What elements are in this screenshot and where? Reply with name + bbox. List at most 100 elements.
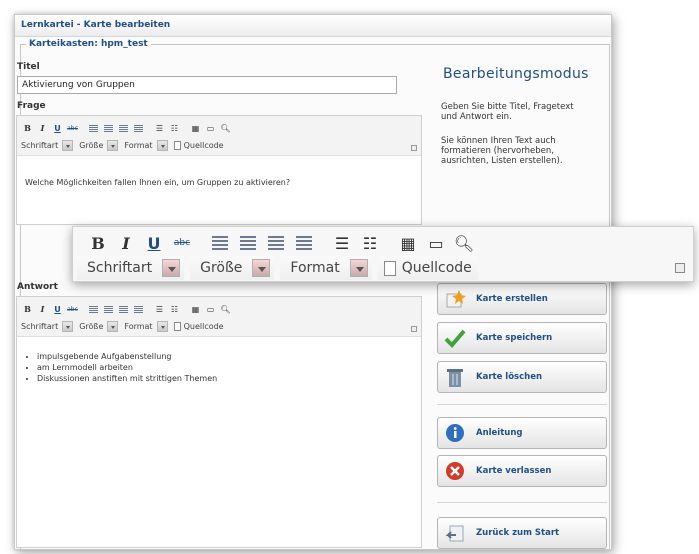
format-select[interactable]: Format <box>280 256 372 280</box>
align-justify-icon[interactable] <box>132 303 145 315</box>
italic-button[interactable]: I <box>36 303 49 315</box>
antwort-editor[interactable]: B I U abc ☰ ☷ ▦ ▭ 🔍︎ Schriftart Größe Fo… <box>16 296 422 548</box>
frage-content[interactable]: Welche Möglichkeiten fallen Ihnen ein, u… <box>25 177 290 188</box>
size-select[interactable]: Größe <box>190 256 275 280</box>
align-center-icon[interactable] <box>102 303 115 315</box>
font-select-label: Schriftart <box>87 260 153 276</box>
font-select[interactable]: Schriftart <box>21 321 74 332</box>
font-select[interactable]: Schriftart <box>21 140 74 151</box>
underline-button[interactable]: U <box>51 122 64 134</box>
strikethrough-button[interactable]: abc <box>171 233 193 253</box>
close-icon <box>444 460 466 482</box>
document-icon <box>173 322 181 331</box>
numbered-list-icon[interactable]: ☰ <box>331 233 353 253</box>
trash-icon <box>444 366 466 388</box>
format-select-label: Format <box>290 260 340 276</box>
list-item: am Lernmodell arbeiten <box>37 362 217 373</box>
delete-card-button[interactable]: Karte löschen <box>437 361 607 393</box>
underline-button[interactable]: U <box>143 233 165 253</box>
sidebar-divider <box>437 502 607 503</box>
chevron-down-icon <box>349 259 368 277</box>
font-select[interactable]: Schriftart <box>77 256 185 280</box>
checkmark-icon <box>444 327 466 349</box>
italic-button[interactable]: I <box>36 122 49 134</box>
chevron-down-icon <box>156 140 168 151</box>
align-center-icon[interactable] <box>102 122 115 134</box>
info-icon <box>444 422 466 444</box>
table-icon[interactable]: ▦ <box>189 122 202 134</box>
bold-button[interactable]: B <box>87 233 109 253</box>
bullet-list-icon[interactable]: ☷ <box>359 233 381 253</box>
chevron-down-icon <box>252 259 271 277</box>
save-card-button[interactable]: Karte speichern <box>437 322 607 354</box>
titel-input[interactable] <box>17 76 397 94</box>
numbered-list-icon[interactable]: ☰ <box>153 303 166 315</box>
karteikasten-legend: Karteikasten: hpm_test <box>26 39 151 49</box>
numbered-list-icon[interactable]: ☰ <box>153 122 166 134</box>
chevron-down-icon <box>107 140 119 151</box>
bold-button[interactable]: B <box>21 303 34 315</box>
horizontal-rule-icon[interactable]: ▭ <box>204 303 217 315</box>
create-card-button[interactable]: Karte erstellen <box>437 283 607 315</box>
frage-editor[interactable]: B I U abc ☰ ☷ ▦ ▭ 🔍︎ Schriftart Größe Fo… <box>16 115 422 225</box>
format-select-label: Format <box>124 322 153 331</box>
preview-icon[interactable]: 🔍︎ <box>453 233 475 253</box>
table-icon[interactable]: ▦ <box>189 303 202 315</box>
expand-toolbar-icon[interactable] <box>411 326 417 332</box>
horizontal-rule-icon[interactable]: ▭ <box>204 122 217 134</box>
source-label: Quellcode <box>401 260 472 276</box>
chevron-down-icon <box>162 259 181 277</box>
align-justify-icon[interactable] <box>293 233 315 253</box>
expand-toolbar-icon[interactable] <box>675 263 685 273</box>
align-left-icon[interactable] <box>87 122 100 134</box>
source-label: Quellcode <box>183 141 224 150</box>
source-button[interactable]: Quellcode <box>173 141 224 150</box>
format-select[interactable]: Format <box>124 140 168 151</box>
align-right-icon[interactable] <box>117 122 130 134</box>
align-justify-icon[interactable] <box>132 122 145 134</box>
antwort-content[interactable]: impulsgebende Aufgabenstellung am Lernmo… <box>23 351 217 384</box>
leave-card-button[interactable]: Karte verlassen <box>437 455 607 487</box>
font-select-label: Schriftart <box>21 322 59 331</box>
window-title: Lernkartei - Karte bearbeiten <box>15 15 611 37</box>
bullet-list-icon[interactable]: ☷ <box>168 303 181 315</box>
guide-label: Anleitung <box>476 428 523 438</box>
align-right-icon[interactable] <box>265 233 287 253</box>
format-select-label: Format <box>124 141 153 150</box>
align-left-icon[interactable] <box>209 233 231 253</box>
size-select[interactable]: Größe <box>79 140 119 151</box>
align-center-icon[interactable] <box>237 233 259 253</box>
expand-toolbar-icon[interactable] <box>411 145 417 151</box>
italic-button[interactable]: I <box>115 233 137 253</box>
titel-label: Titel <box>17 62 40 72</box>
format-select[interactable]: Format <box>124 321 168 332</box>
size-select-label: Größe <box>79 141 104 150</box>
list-item: impulsgebende Aufgabenstellung <box>37 351 217 362</box>
align-right-icon[interactable] <box>117 303 130 315</box>
chevron-down-icon <box>62 140 74 151</box>
frage-toolbar: B I U abc ☰ ☷ ▦ ▭ 🔍︎ Schriftart Größe Fo… <box>17 116 421 156</box>
source-button[interactable]: Quellcode <box>173 322 224 331</box>
preview-icon[interactable]: 🔍︎ <box>219 303 232 315</box>
strikethrough-button[interactable]: abc <box>66 303 79 315</box>
bold-button[interactable]: B <box>21 122 34 134</box>
antwort-toolbar: B I U abc ☰ ☷ ▦ ▭ 🔍︎ Schriftart Größe Fo… <box>17 297 421 337</box>
back-to-start-button[interactable]: Zurück zum Start <box>437 517 607 549</box>
underline-button[interactable]: U <box>51 303 64 315</box>
bullet-list-icon[interactable]: ☷ <box>168 122 181 134</box>
sidebar-divider <box>437 404 607 405</box>
chevron-down-icon <box>62 321 74 332</box>
horizontal-rule-icon[interactable]: ▭ <box>425 233 447 253</box>
align-left-icon[interactable] <box>87 303 100 315</box>
strikethrough-button[interactable]: abc <box>66 122 79 134</box>
back-arrow-icon <box>444 522 466 544</box>
preview-icon[interactable]: 🔍︎ <box>219 122 232 134</box>
table-icon[interactable]: ▦ <box>397 233 419 253</box>
help-text-1: Geben Sie bitte Titel, Fragetext und Ant… <box>441 102 574 122</box>
save-card-label: Karte speichern <box>476 333 553 343</box>
source-button[interactable]: Quellcode <box>377 256 478 280</box>
size-select[interactable]: Größe <box>79 321 119 332</box>
size-select-label: Größe <box>200 260 243 276</box>
leave-card-label: Karte verlassen <box>476 466 552 476</box>
guide-button[interactable]: Anleitung <box>437 417 607 449</box>
